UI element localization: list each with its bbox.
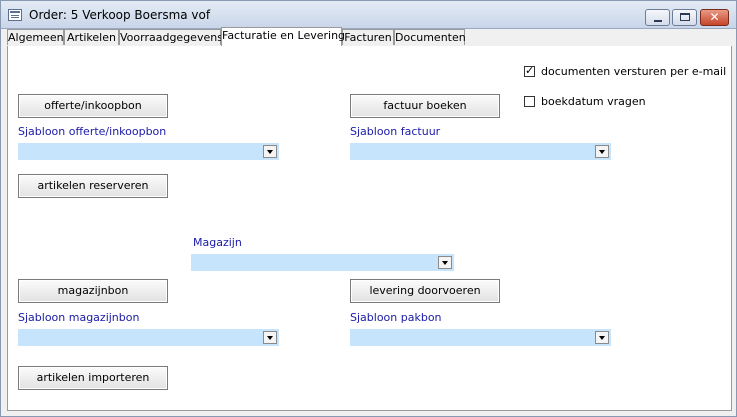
factuur-boeken-button[interactable]: factuur boeken bbox=[350, 94, 500, 118]
offerte-inkoopbon-button[interactable]: offerte/inkoopbon bbox=[18, 94, 168, 118]
sjabloon-magazijnbon-label: Sjabloon magazijnbon bbox=[18, 311, 140, 324]
artikelen-reserveren-button[interactable]: artikelen reserveren bbox=[18, 174, 168, 198]
close-icon: ✕ bbox=[709, 10, 720, 24]
sjabloon-pakbon-combo[interactable] bbox=[350, 329, 611, 346]
ask-date-label: boekdatum vragen bbox=[541, 95, 646, 108]
title-bar[interactable]: Order: 5 Verkoop Boersma vof ✕ bbox=[1, 1, 736, 29]
tab-artikelen[interactable]: Artikelen bbox=[64, 29, 119, 45]
form-icon bbox=[8, 9, 22, 21]
window-title: Order: 5 Verkoop Boersma vof bbox=[29, 8, 211, 22]
sjabloon-factuur-label: Sjabloon factuur bbox=[350, 125, 441, 138]
magazijn-label: Magazijn bbox=[193, 236, 242, 249]
tab-facturen[interactable]: Facturen bbox=[342, 29, 394, 45]
chevron-down-icon[interactable] bbox=[438, 256, 452, 269]
sjabloon-magazijnbon-combo[interactable] bbox=[18, 329, 279, 346]
chevron-down-icon[interactable] bbox=[595, 331, 609, 344]
order-window: Order: 5 Verkoop Boersma vof ✕ Algemeen … bbox=[0, 0, 737, 417]
artikelen-importeren-button[interactable]: artikelen importeren bbox=[18, 366, 168, 390]
tab-strip: Algemeen Artikelen Voorraadgegevens Fact… bbox=[7, 27, 732, 47]
sjabloon-offerte-combo[interactable] bbox=[18, 143, 279, 160]
close-button[interactable]: ✕ bbox=[700, 9, 729, 26]
chevron-down-icon[interactable] bbox=[263, 145, 277, 158]
tab-facturatie-en-levering[interactable]: Facturatie en Levering bbox=[221, 27, 345, 46]
maximize-icon bbox=[680, 13, 690, 21]
chevron-down-icon[interactable] bbox=[263, 331, 277, 344]
maximize-button[interactable] bbox=[672, 9, 697, 26]
sjabloon-pakbon-label: Sjabloon pakbon bbox=[350, 311, 442, 324]
levering-doorvoeren-button[interactable]: levering doorvoeren bbox=[350, 279, 500, 303]
send-email-checkbox[interactable]: ✓ bbox=[524, 64, 535, 77]
magazijn-combo[interactable] bbox=[191, 254, 454, 271]
tab-panel-facturatie: ✓ documenten versturen per e-mail boekda… bbox=[7, 46, 732, 411]
ask-date-checkbox[interactable] bbox=[524, 96, 535, 107]
minimize-icon bbox=[654, 20, 662, 22]
minimize-button[interactable] bbox=[645, 9, 670, 26]
tab-voorraadgegevens[interactable]: Voorraadgegevens bbox=[119, 29, 223, 45]
tab-documenten[interactable]: Documenten bbox=[394, 29, 466, 45]
send-email-label: documenten versturen per e-mail bbox=[541, 65, 727, 78]
sjabloon-offerte-label: Sjabloon offerte/inkoopbon bbox=[18, 125, 167, 138]
checkmark-icon: ✓ bbox=[525, 64, 535, 77]
tab-algemeen[interactable]: Algemeen bbox=[7, 29, 64, 45]
magazijnbon-button[interactable]: magazijnbon bbox=[18, 279, 168, 303]
sjabloon-factuur-combo[interactable] bbox=[350, 143, 611, 160]
chevron-down-icon[interactable] bbox=[595, 145, 609, 158]
